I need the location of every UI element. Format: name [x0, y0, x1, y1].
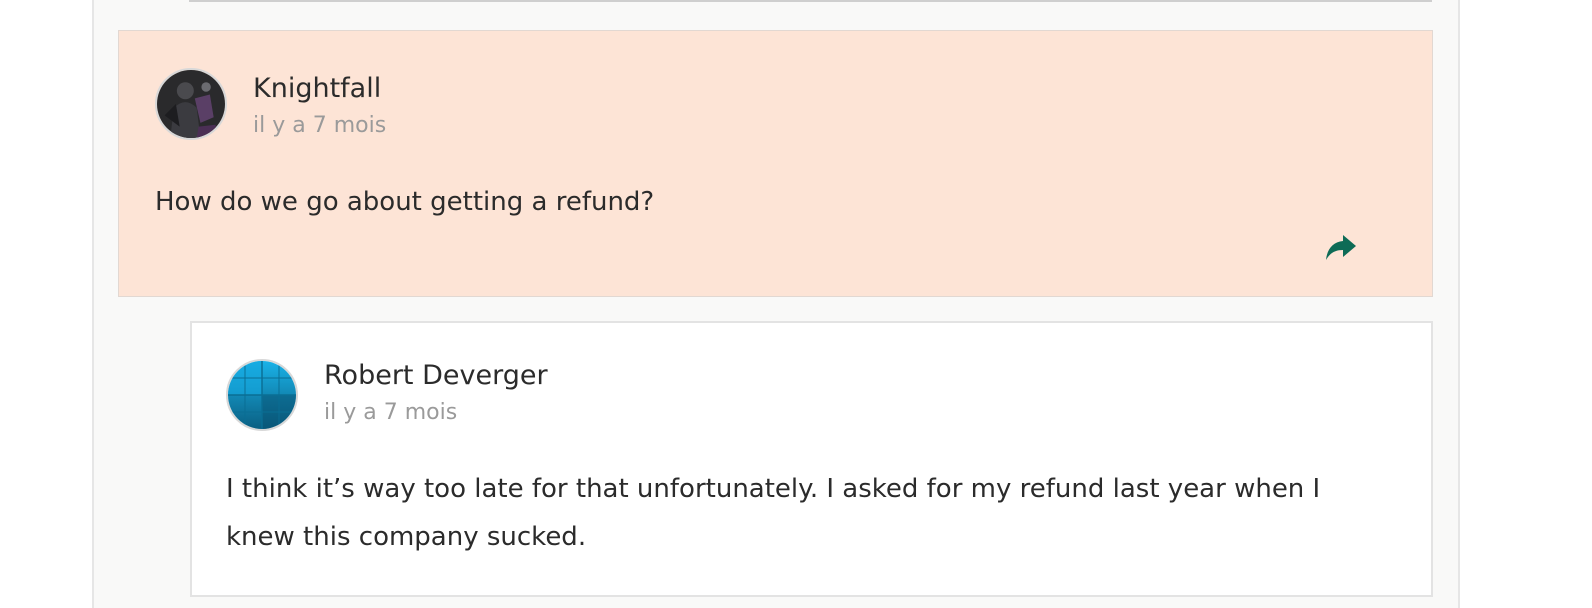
- comment-body: How do we go about getting a refund?: [155, 187, 655, 217]
- knight-avatar-icon[interactable]: [155, 68, 227, 140]
- share-reply-icon[interactable]: [1325, 233, 1357, 261]
- comment-card-reply: Robert Deverger il y a 7 mois I think it…: [190, 321, 1433, 597]
- previous-comment-edge: [189, 0, 1432, 2]
- comment-author[interactable]: Knightfall: [253, 73, 381, 104]
- comment-timestamp[interactable]: il y a 7 mois: [324, 400, 457, 425]
- comment-author[interactable]: Robert Deverger: [324, 360, 548, 391]
- comment-body: I think it’s way too late for that unfor…: [226, 474, 1321, 552]
- blue-globe-avatar-icon[interactable]: [226, 359, 298, 431]
- comment-timestamp[interactable]: il y a 7 mois: [253, 113, 386, 138]
- comment-card-highlighted: Knightfall il y a 7 mois How do we go ab…: [118, 30, 1433, 297]
